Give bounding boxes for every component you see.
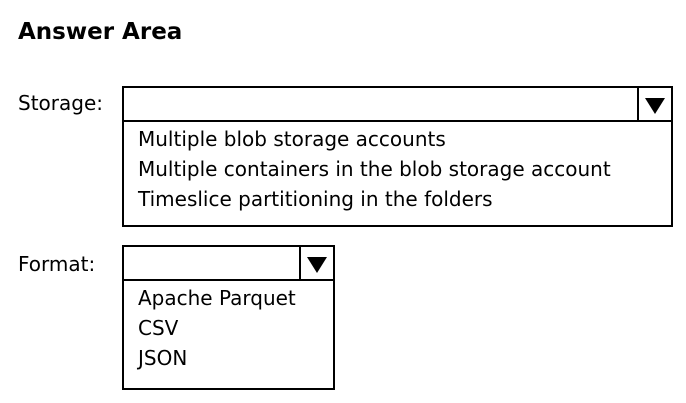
format-option-apache-parquet[interactable]: Apache Parquet [138,283,296,313]
triangle-down-icon [645,98,665,114]
storage-dropdown-button[interactable] [637,88,671,120]
storage-option-multiple-containers[interactable]: Multiple containers in the blob storage … [138,154,611,184]
storage-options-list: Multiple blob storage accounts Multiple … [138,124,611,214]
format-dropdown-header[interactable] [124,247,333,281]
storage-option-timeslice-partitioning[interactable]: Timeslice partitioning in the folders [138,184,611,214]
triangle-down-icon [307,257,327,273]
format-dropdown[interactable]: Apache Parquet CSV JSON [122,245,335,390]
storage-option-multiple-blob-accounts[interactable]: Multiple blob storage accounts [138,124,611,154]
format-dropdown-button[interactable] [299,247,333,279]
storage-label: Storage: [18,91,103,115]
format-label: Format: [18,252,96,276]
format-options-list: Apache Parquet CSV JSON [138,283,296,373]
storage-dropdown[interactable]: Multiple blob storage accounts Multiple … [122,86,673,227]
format-option-json[interactable]: JSON [138,343,296,373]
format-option-csv[interactable]: CSV [138,313,296,343]
answer-area-title: Answer Area [18,19,183,45]
storage-dropdown-header[interactable] [124,88,671,122]
